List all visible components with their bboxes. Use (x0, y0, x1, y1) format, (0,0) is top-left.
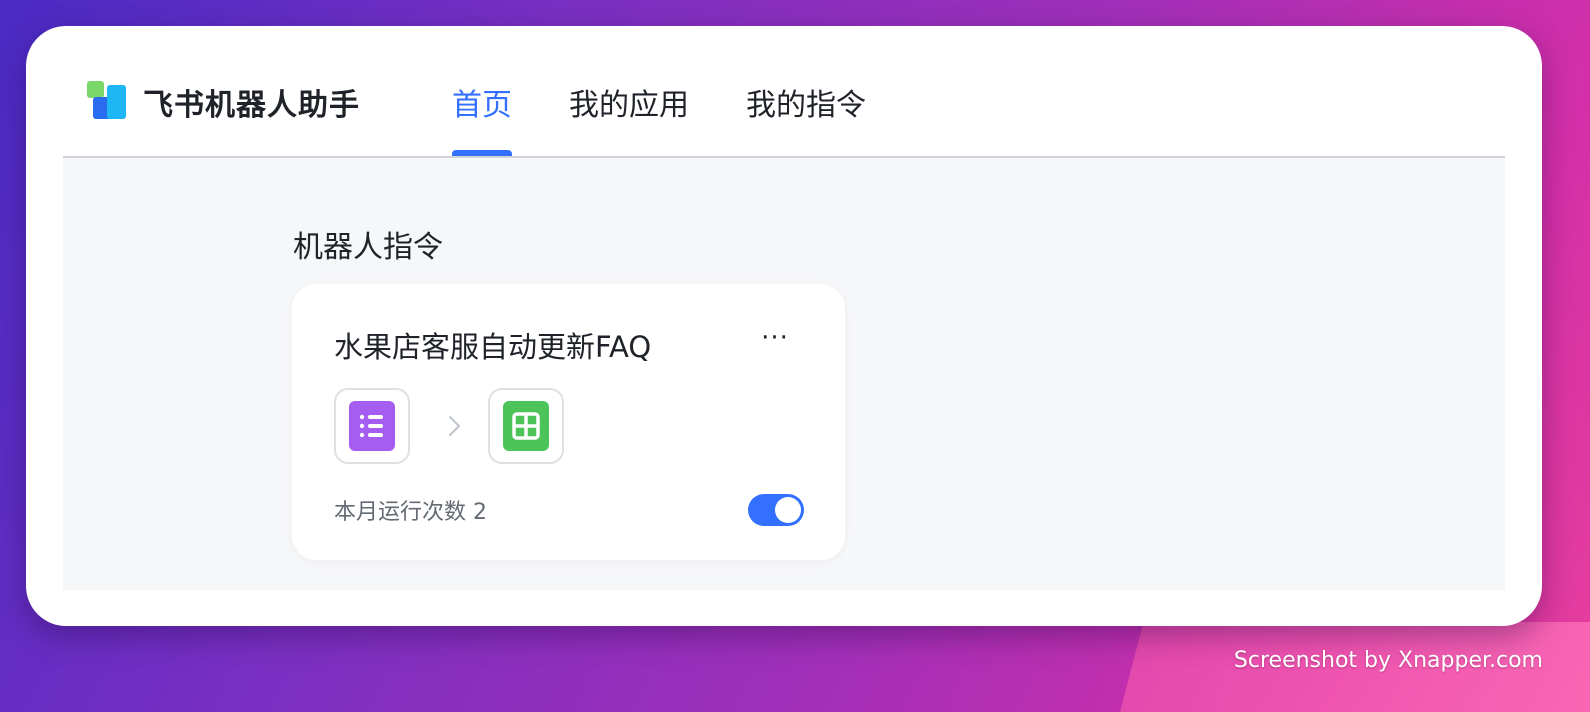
command-card[interactable]: 水果店客服自动更新FAQ ··· 本月运行次数 2 (292, 284, 845, 560)
main-content: 机器人指令 水果店客服自动更新FAQ ··· 本月运行次数 2 (63, 158, 1505, 590)
watermark-text: Screenshot by Xnapper.com (1233, 648, 1543, 673)
nav-tabs: 首页 我的应用 我的指令 (452, 80, 923, 156)
tab-home[interactable]: 首页 (452, 80, 512, 156)
app-logo-icon (87, 81, 127, 123)
brand: 飞书机器人助手 (87, 80, 360, 124)
more-options-button[interactable]: ··· (758, 325, 792, 358)
enable-toggle[interactable] (748, 494, 804, 526)
target-app-tile (488, 388, 564, 464)
toggle-knob (775, 497, 801, 523)
section-title: 机器人指令 (293, 230, 443, 265)
source-app-tile (334, 388, 410, 464)
tab-my-commands[interactable]: 我的指令 (746, 80, 866, 156)
form-icon (349, 401, 395, 451)
monthly-run-count: 本月运行次数 2 (334, 500, 487, 525)
app-title: 飞书机器人助手 (143, 88, 360, 123)
sheet-icon (503, 401, 549, 451)
chevron-right-icon (449, 416, 460, 436)
tab-my-apps[interactable]: 我的应用 (569, 80, 689, 156)
app-window: 飞书机器人助手 首页 我的应用 我的指令 机器人指令 水果店客服自动更新FAQ … (26, 26, 1542, 626)
card-title: 水果店客服自动更新FAQ (334, 330, 652, 364)
top-header: 飞书机器人助手 首页 我的应用 我的指令 (63, 26, 1505, 158)
